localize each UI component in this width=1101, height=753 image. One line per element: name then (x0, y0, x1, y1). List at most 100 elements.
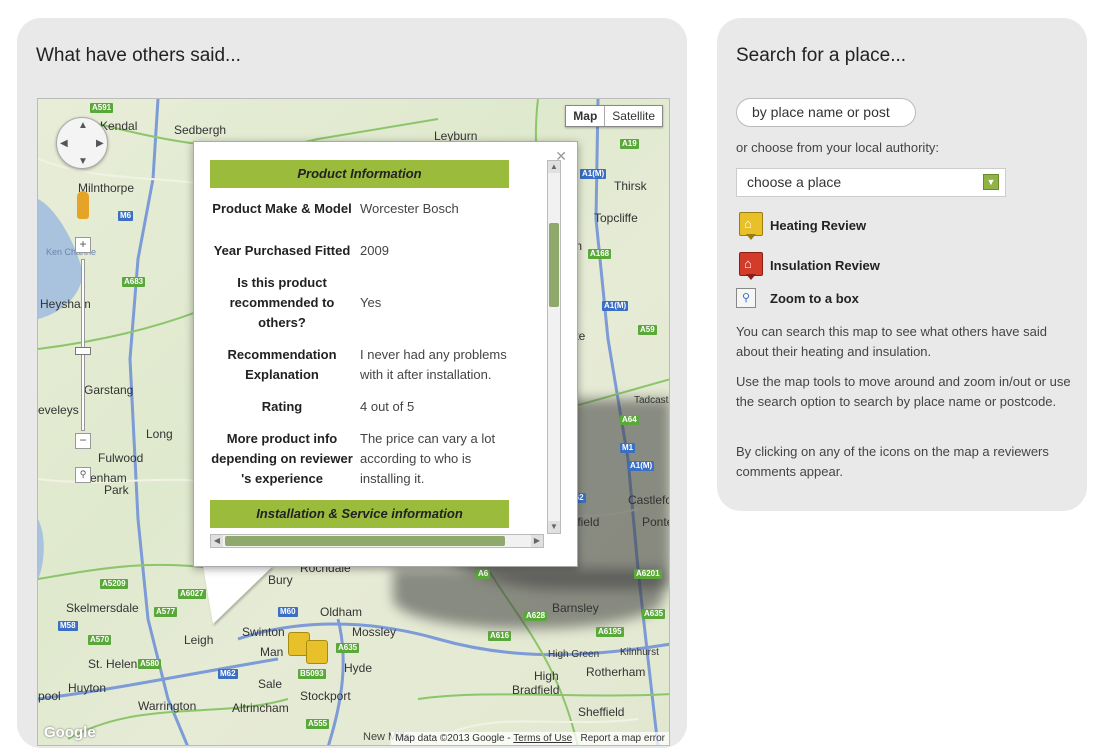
table-row: Year Purchased Fitted 2009 (210, 230, 509, 272)
map-attribution: Map data ©2013 Google - Terms of Use Rep… (391, 732, 669, 745)
map-place-label: Park (104, 483, 129, 497)
terms-of-use-link[interactable]: Terms of Use (513, 733, 572, 744)
chevron-down-icon[interactable]: ▼ (983, 174, 999, 190)
road-badge: M6 (118, 211, 134, 221)
review-details-table: Product Make & Model Worcester Bosch Yea… (210, 188, 509, 500)
map-place-label: Fulwood (98, 451, 144, 465)
pan-up-icon[interactable]: ▲ (78, 120, 88, 131)
map-place-label: Sheffield (578, 705, 625, 719)
pan-left-icon[interactable]: ◀ (60, 138, 68, 149)
road-badge: A616 (488, 631, 512, 641)
section-header-product: Product Information (210, 160, 509, 188)
local-authority-label: or choose from your local authority: (736, 140, 940, 155)
map-place-label: High Green (548, 649, 600, 660)
scroll-left-icon[interactable]: ◀ (211, 535, 223, 547)
road-badge: B5093 (298, 669, 326, 679)
road-badge: A635 (336, 643, 360, 653)
legend-heating: ⌂ Heating Review (736, 208, 866, 242)
road-badge: M60 (278, 607, 298, 617)
road-badge: A555 (306, 719, 330, 729)
road-badge: A19 (620, 139, 639, 149)
road-badge: M58 (58, 621, 78, 631)
map-place-label: Rotherham (586, 665, 646, 679)
row-key: Rating (261, 399, 303, 414)
reviews-map[interactable]: Kendal Sedbergh Leyburn Milnthorpe Thirs… (37, 98, 670, 746)
map-place-label: Garstang (84, 383, 134, 397)
map-place-label: Tadcaster (634, 395, 669, 406)
row-key: Is this product recommended to others? (229, 275, 335, 330)
pan-right-icon[interactable]: ▶ (96, 138, 104, 149)
horizontal-scroll-thumb[interactable] (225, 536, 505, 546)
place-search-input[interactable]: by place name or post (736, 98, 916, 127)
table-row: Product Make & Model Worcester Bosch (210, 188, 509, 230)
zoom-box-icon: ⚲ (736, 288, 756, 308)
row-value: The price can vary a lot according to wh… (360, 431, 496, 486)
map-place-label: Kilnhurst (620, 647, 659, 658)
map-place-label: Altrincham (232, 701, 289, 715)
row-key: Year Purchased Fitted (213, 243, 351, 258)
road-badge: A580 (138, 659, 162, 669)
road-badge: A570 (88, 635, 112, 645)
help-text: You can search this map to see what othe… (736, 324, 1047, 359)
scroll-right-icon[interactable]: ▶ (531, 535, 543, 547)
legend-label: Heating Review (770, 217, 867, 233)
zoom-in-button[interactable]: + (75, 237, 91, 253)
road-badge: A635 (642, 609, 666, 619)
select-value: choose a place (747, 174, 842, 190)
scroll-down-icon[interactable]: ▼ (548, 521, 560, 533)
search-panel: Search for a place... by place name or p… (717, 18, 1087, 511)
road-badge: A168 (588, 249, 612, 259)
vertical-scrollbar[interactable]: ▲ ▼ (547, 160, 561, 534)
map-place-label: St. Helens (88, 657, 144, 671)
road-badge: A683 (122, 277, 146, 287)
road-badge: M62 (218, 669, 238, 679)
search-panel-title: Search for a place... (736, 45, 907, 66)
zoom-out-button[interactable]: − (75, 433, 91, 449)
infowindow-content[interactable]: Product Information Product Make & Model… (210, 160, 544, 534)
zoom-slider-knob[interactable] (75, 347, 91, 355)
road-badge: A577 (154, 607, 178, 617)
infowindow-tail (203, 566, 273, 624)
map-place-label: Warrington (138, 699, 197, 713)
legend-label: Insulation Review (770, 257, 880, 273)
google-logo: Google (44, 724, 96, 741)
map-place-label: Oldham (320, 605, 363, 619)
legend-insulation: ⌂ Insulation Review (736, 248, 880, 282)
road-badge: A6201 (634, 569, 662, 579)
road-badge: A6 (476, 569, 491, 579)
row-value: Worcester Bosch (360, 201, 459, 216)
map-place-label: Swinton (242, 625, 285, 639)
zoom-slider-track[interactable] (81, 259, 85, 431)
pan-control[interactable]: ▲ ▼ ◀ ▶ (56, 117, 108, 169)
heating-review-marker[interactable] (306, 640, 328, 664)
table-row: Rating 4 out of 5 (210, 396, 509, 418)
map-type-satellite-button[interactable]: Satellite (605, 106, 662, 126)
pan-down-icon[interactable]: ▼ (78, 156, 88, 167)
map-place-label: Stockport (300, 689, 351, 703)
map-type-control: Map Satellite (565, 105, 663, 127)
map-place-label: Man (260, 645, 284, 659)
map-place-label: Thirsk (614, 179, 647, 193)
map-place-label: Hyde (344, 661, 373, 675)
local-authority-select[interactable]: choose a place ▼ (736, 168, 1006, 197)
map-place-label: Long (146, 427, 173, 441)
road-badge: A59 (638, 325, 657, 335)
map-place-label: Castleford (628, 493, 669, 507)
map-type-map-button[interactable]: Map (566, 106, 606, 126)
road-badge: A1(M) (628, 461, 655, 471)
report-map-error-link[interactable]: Report a map error (581, 733, 665, 744)
reviews-panel-title: What have others said... (36, 45, 241, 66)
map-place-label: Pontefract (642, 515, 669, 529)
horizontal-scrollbar[interactable]: ◀ ▶ (210, 534, 544, 548)
table-row: Recommendation Explanation I never had a… (210, 334, 509, 396)
row-value: I never had any problems with it after i… (360, 347, 507, 382)
zoom-box-icon[interactable]: ⚲ (75, 467, 91, 483)
map-place-label: Sale (258, 677, 283, 691)
map-place-label: High (534, 669, 559, 683)
road-badge: A64 (620, 415, 639, 425)
street-view-pegman-icon[interactable] (77, 191, 89, 219)
help-text: By clicking on any of the icons on the m… (736, 444, 1049, 479)
scroll-up-icon[interactable]: ▲ (548, 161, 560, 173)
vertical-scroll-thumb[interactable] (549, 223, 559, 307)
row-value: 4 out of 5 (360, 399, 415, 414)
